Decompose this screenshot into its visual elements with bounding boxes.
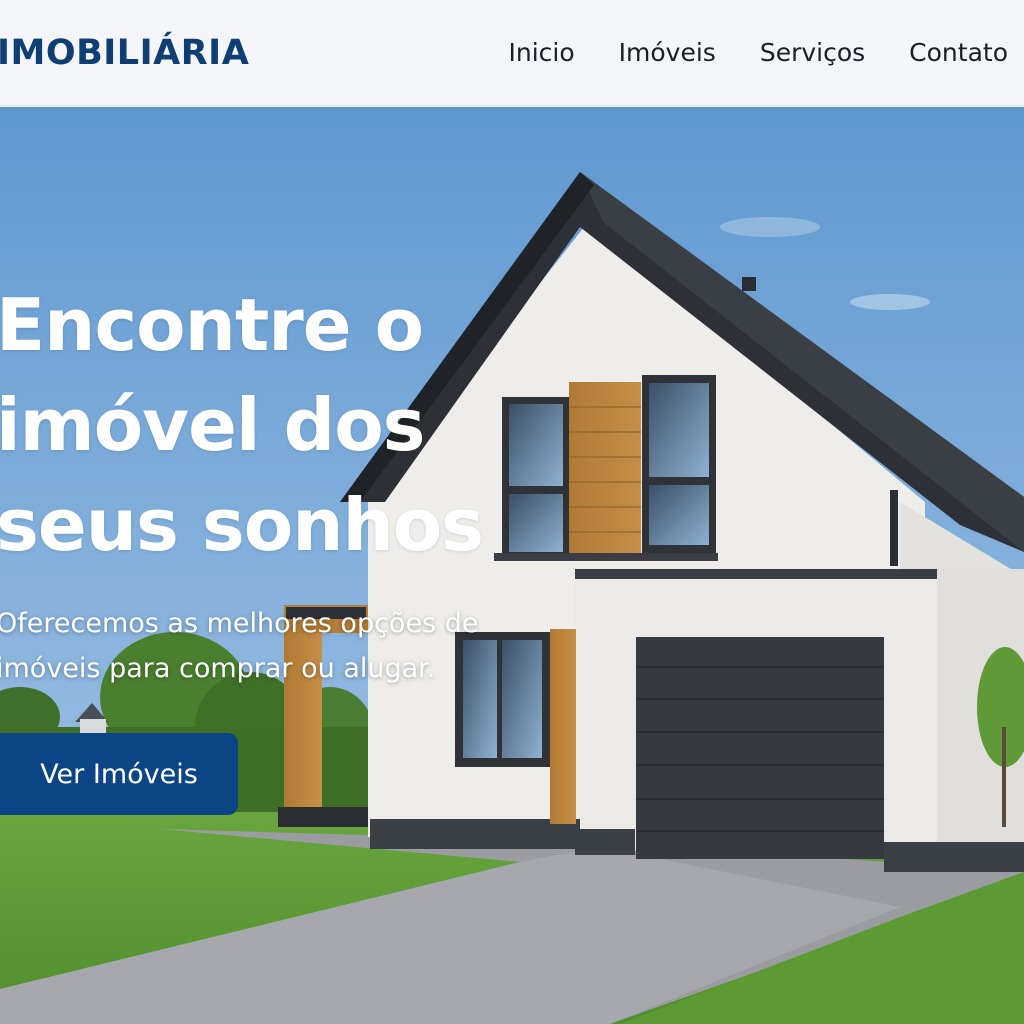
hero-title: Encontre o imóvel dos seus sonhos bbox=[0, 283, 484, 567]
main-nav: Inicio Imóveis Serviços Contato bbox=[509, 38, 1009, 67]
nav-link-servicos[interactable]: Serviços bbox=[760, 38, 865, 67]
hero-section: Encontre o imóvel dos seus sonhos Oferec… bbox=[0, 107, 1024, 1024]
hero-subtitle: Oferecemos as melhores opções de imóveis… bbox=[0, 608, 479, 684]
brand-logo[interactable]: IMOBILIÁRIA bbox=[0, 33, 249, 73]
nav-link-contato[interactable]: Contato bbox=[909, 38, 1008, 67]
ver-imoveis-button[interactable]: Ver Imóveis bbox=[0, 733, 238, 815]
nav-link-imoveis[interactable]: Imóveis bbox=[619, 38, 716, 67]
top-navbar: IMOBILIÁRIA Inicio Imóveis Serviços Cont… bbox=[0, 0, 1024, 106]
hero-text-block: Encontre o imóvel dos seus sonhos bbox=[0, 275, 556, 575]
nav-link-inicio[interactable]: Inicio bbox=[509, 38, 575, 67]
